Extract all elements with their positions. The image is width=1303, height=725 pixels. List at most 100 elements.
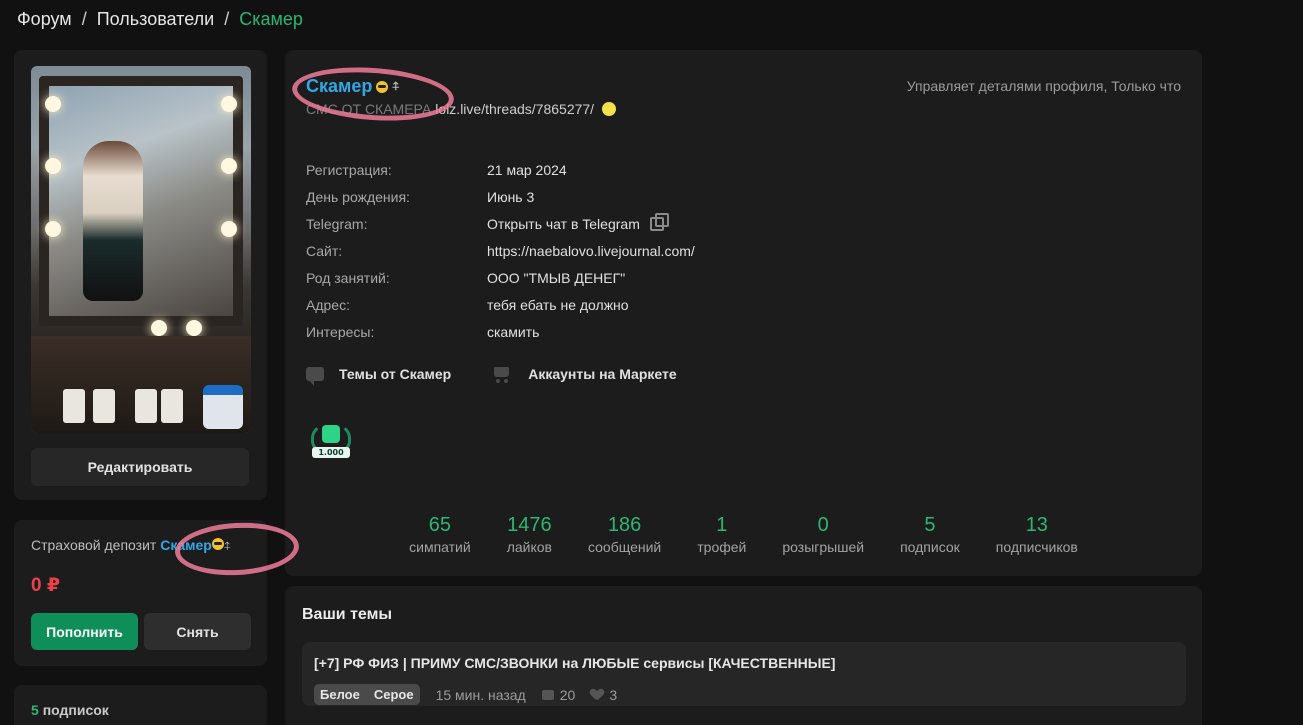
- profile-username[interactable]: Скамер ⍏: [306, 76, 400, 97]
- subscriptions-card[interactable]: 5 подписок: [14, 685, 267, 725]
- avatar-bulb: [45, 221, 61, 237]
- withdraw-button[interactable]: Снять: [144, 613, 251, 650]
- info-label: Регистрация:: [306, 161, 392, 178]
- breadcrumb-separator: /: [224, 9, 230, 29]
- profile-stats: 65 симпатий 1476 лайков 186 сообщений 1 …: [285, 513, 1202, 555]
- avatar-desk: [31, 336, 251, 433]
- telegram-link[interactable]: Открыть чат в Telegram: [487, 216, 640, 232]
- stat-label: подписок: [900, 539, 960, 555]
- deposit-username[interactable]: Скамер: [160, 537, 212, 553]
- profile-username-text: Скамер: [306, 76, 373, 96]
- user-topics-label: Темы от Скамер: [339, 366, 452, 382]
- chat-icon: [306, 367, 324, 386]
- site-link[interactable]: https://naebalovo.livejournal.com/: [487, 243, 695, 259]
- info-row-address: Адрес: тебя ебать не должно: [306, 291, 695, 318]
- info-row-occupation: Род занятий: ООО "ТМЫВ ДЕНЕГ": [306, 264, 695, 291]
- avatar-card: Редактировать: [14, 50, 267, 500]
- trophy-badge[interactable]: 1.000: [306, 417, 356, 467]
- info-value: 21 мар 2024: [487, 161, 567, 178]
- deposit-title-text: Страховой депозит: [31, 537, 157, 553]
- stat-subscriptions[interactable]: 5 подписок: [882, 513, 978, 555]
- stat-value: 186: [607, 514, 642, 536]
- stat-subscribers[interactable]: 13 подписчиков: [978, 513, 1096, 555]
- stat-sympathies[interactable]: 65 симпатий: [391, 513, 489, 555]
- stat-label: розыгрышей: [782, 539, 865, 555]
- breadcrumb: Форум / Пользователи / Скамер: [17, 9, 303, 30]
- avatar-jar: [63, 389, 85, 423]
- subscriptions-text: 5 подписок: [31, 702, 109, 718]
- info-value: ООО "ТМЫВ ДЕНЕГ": [487, 269, 626, 286]
- stat-label: подписчиков: [995, 539, 1078, 555]
- info-label: Сайт:: [306, 242, 343, 259]
- stat-label: симпатий: [409, 539, 471, 555]
- info-row-interests: Интересы: скамить: [306, 318, 695, 345]
- info-value-telegram: Открыть чат в Telegram: [487, 212, 669, 232]
- topic-meta: Белое Серое 15 мин. назад 20 3: [314, 684, 617, 705]
- topic-title[interactable]: [+7] РФ ФИЗ | ПРИМУ СМС/ЗВОНКИ на ЛЮБЫЕ …: [314, 655, 835, 671]
- topic-tags: Белое Серое: [314, 684, 420, 705]
- topic-item[interactable]: [+7] РФ ФИЗ | ПРИМУ СМС/ЗВОНКИ на ЛЮБЫЕ …: [302, 642, 1186, 706]
- avatar-bulb: [221, 96, 237, 112]
- smiley-icon: [211, 538, 224, 550]
- stickman-icon: ⍏: [223, 539, 232, 553]
- info-row-registration: Регистрация: 21 мар 2024: [306, 156, 695, 183]
- stat-value: 5: [924, 514, 936, 536]
- smiley-icon: [376, 80, 389, 93]
- topic-likes-count: 3: [609, 686, 618, 703]
- topics-title: Ваши темы: [302, 606, 393, 623]
- stat-label: сообщений: [587, 539, 662, 555]
- duck-icon: [602, 102, 617, 116]
- avatar-bulb: [221, 158, 237, 174]
- avatar-bulb: [45, 158, 61, 174]
- info-row-telegram: Telegram: Открыть чат в Telegram: [306, 210, 695, 237]
- deposit-card: Страховой депозит Скамер ⍏ 0 ₽ Пополнить …: [14, 520, 267, 666]
- topic-tag[interactable]: Серое: [374, 687, 414, 702]
- edit-profile-button[interactable]: Редактировать: [31, 448, 249, 486]
- status-link[interactable]: lolz.live/threads/7865277/: [435, 101, 594, 117]
- trophy-label: 1.000: [312, 447, 350, 458]
- stat-value: 1476: [507, 514, 552, 536]
- info-value: тебя ебать не должно: [487, 296, 629, 313]
- deposit-button[interactable]: Пополнить: [31, 613, 138, 650]
- stat-messages[interactable]: 186 сообщений: [570, 513, 679, 555]
- stat-giveaways[interactable]: 0 розыгрышей: [764, 513, 882, 555]
- stickman-icon: ⍏: [392, 79, 400, 93]
- topic-replies: 20: [541, 686, 576, 703]
- avatar-bulb: [45, 96, 61, 112]
- stat-label: трофей: [697, 539, 747, 555]
- stat-trophies[interactable]: 1 трофей: [679, 513, 764, 555]
- subscriptions-label: подписок: [42, 702, 109, 718]
- stat-likes[interactable]: 1476 лайков: [489, 513, 570, 555]
- info-value: Июнь 3: [487, 188, 535, 205]
- info-row-birthday: День рождения: Июнь 3: [306, 183, 695, 210]
- user-topics-link[interactable]: Темы от Скамер: [306, 366, 452, 386]
- avatar-jar: [93, 389, 115, 423]
- subscriptions-count: 5: [31, 702, 39, 718]
- profile-status: СМС ОТ СКАМЕРА lolz.live/threads/7865277…: [306, 101, 617, 117]
- copy-icon[interactable]: [649, 212, 669, 231]
- topic-replies-count: 20: [559, 686, 576, 703]
- info-label: День рождения:: [306, 188, 410, 205]
- topic-tag[interactable]: Белое: [320, 687, 360, 702]
- deposit-title: Страховой депозит Скамер ⍏: [31, 537, 231, 554]
- info-label: Род занятий:: [306, 269, 390, 286]
- avatar-bulb: [221, 221, 237, 237]
- breadcrumb-users[interactable]: Пользователи: [97, 9, 214, 30]
- breadcrumb-current[interactable]: Скамер: [239, 9, 303, 30]
- market-accounts-label: Аккаунты на Маркете: [528, 366, 677, 382]
- topics-card: Ваши темы [+7] РФ ФИЗ | ПРИМУ СМС/ЗВОНКИ…: [285, 586, 1202, 725]
- stat-value: 1: [716, 514, 728, 536]
- market-accounts-link[interactable]: Аккаунты на Маркете: [491, 365, 677, 383]
- breadcrumb-separator: /: [81, 9, 87, 29]
- avatar-tinbox: [203, 385, 243, 429]
- info-label: Интересы:: [306, 323, 375, 340]
- info-label: Telegram:: [306, 215, 368, 232]
- avatar-bulb: [151, 320, 167, 336]
- avatar-jar: [135, 389, 157, 423]
- stat-value: 0: [817, 514, 829, 536]
- breadcrumb-forum[interactable]: Форум: [17, 9, 72, 30]
- info-label: Адрес:: [306, 296, 350, 313]
- cart-icon: [491, 365, 513, 383]
- avatar[interactable]: [31, 66, 251, 433]
- avatar-bulb: [186, 320, 202, 336]
